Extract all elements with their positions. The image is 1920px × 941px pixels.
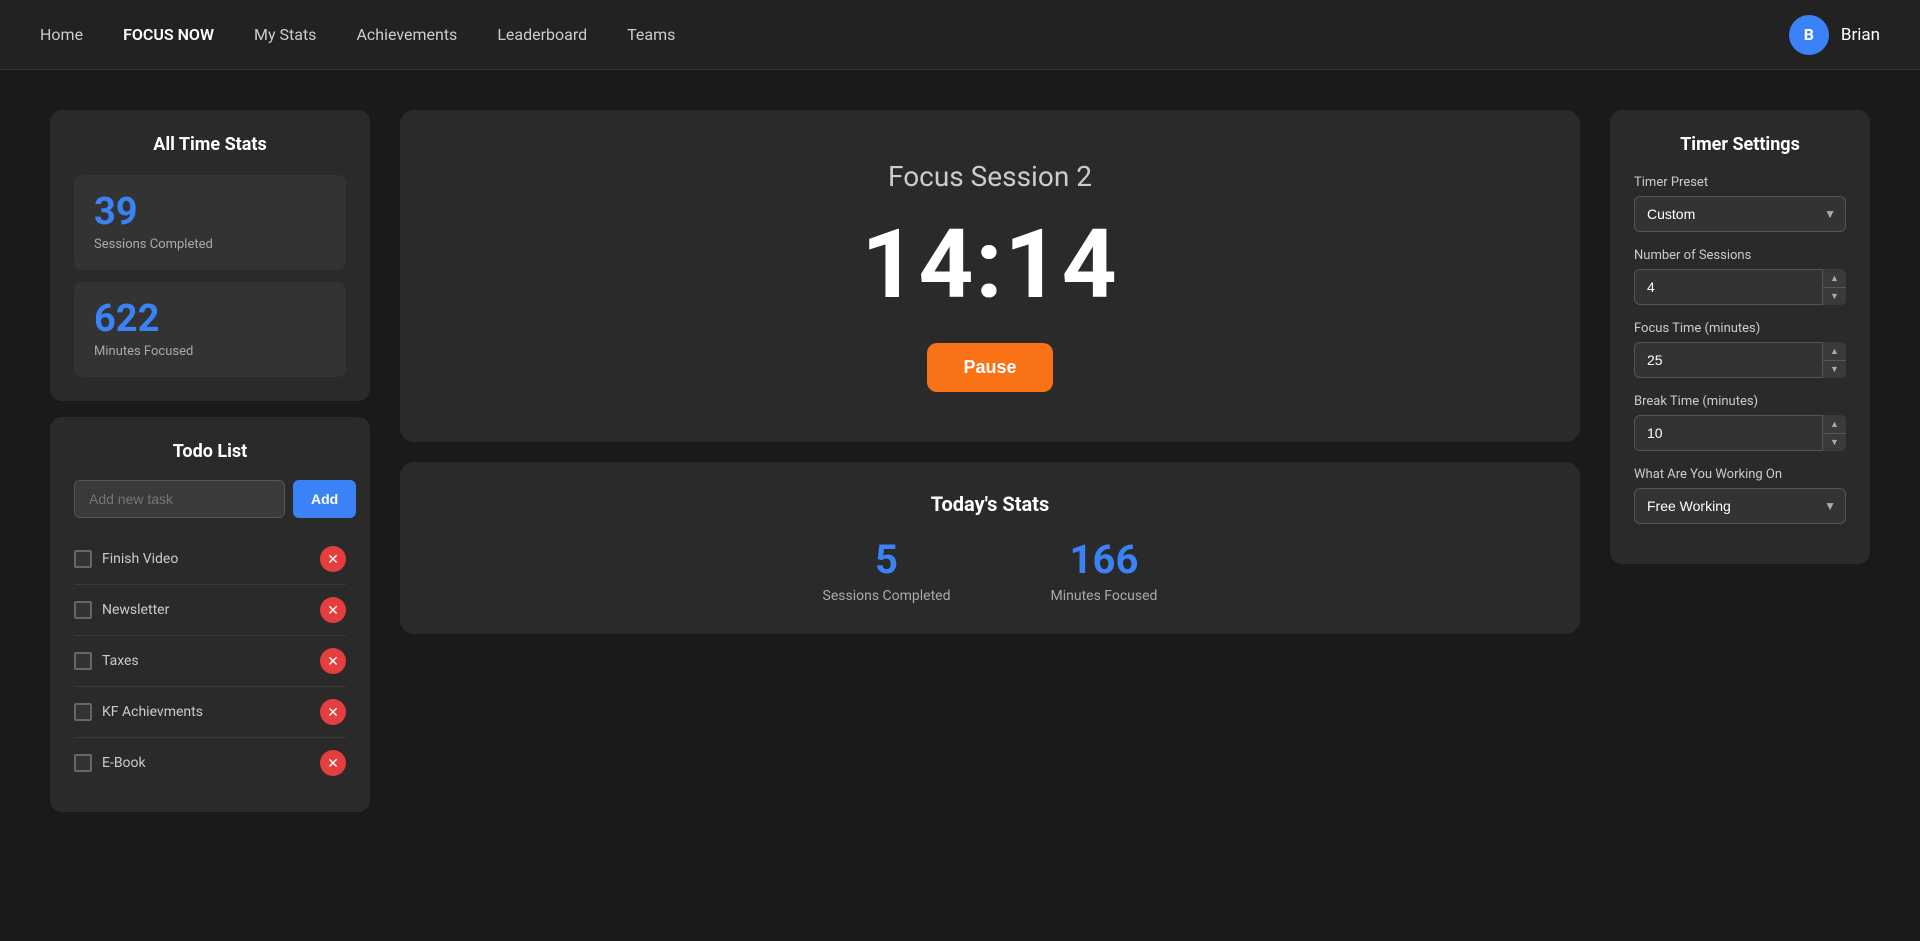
todo-input-row: Add: [74, 480, 346, 518]
avatar: B: [1789, 15, 1829, 55]
focus-session-title: Focus Session 2: [888, 160, 1092, 193]
today-sessions-label: Sessions Completed: [823, 588, 951, 604]
today-minutes-label: Minutes Focused: [1051, 588, 1158, 604]
today-stats-card: Today's Stats 5 Sessions Completed 166 M…: [400, 462, 1580, 634]
todo-input[interactable]: [74, 480, 285, 518]
username-label: Brian: [1841, 25, 1880, 45]
today-stats-row: 5 Sessions Completed 166 Minutes Focused: [440, 540, 1540, 604]
focus-session-card: Focus Session 2 14:14 Pause: [400, 110, 1580, 442]
todo-delete-0[interactable]: ✕: [320, 546, 346, 572]
break-time-input[interactable]: 10: [1634, 415, 1846, 451]
nav-my-stats[interactable]: My Stats: [254, 25, 316, 44]
todo-delete-1[interactable]: ✕: [320, 597, 346, 623]
minutes-label: Minutes Focused: [94, 344, 326, 359]
break-time-arrows: ▲ ▼: [1822, 415, 1846, 451]
nav-focus-now[interactable]: FOCUS NOW: [123, 25, 214, 44]
todo-text-4: E-Book: [102, 755, 310, 771]
todo-checkbox-2[interactable]: [74, 652, 92, 670]
preset-group: Timer Preset Pomodoro Custom Short Break…: [1634, 175, 1846, 232]
all-time-stats-card: All Time Stats 39 Sessions Completed 622…: [50, 110, 370, 401]
todo-delete-4[interactable]: ✕: [320, 750, 346, 776]
today-minutes-value: 166: [1051, 540, 1158, 580]
sessions-input[interactable]: 4: [1634, 269, 1846, 305]
todo-checkbox-0[interactable]: [74, 550, 92, 568]
todo-text-1: Newsletter: [102, 602, 310, 618]
nav-leaderboard[interactable]: Leaderboard: [497, 25, 587, 44]
sessions-input-label: Number of Sessions: [1634, 248, 1846, 263]
list-item: Taxes ✕: [74, 636, 346, 687]
sessions-group: Number of Sessions 4 ▲ ▼: [1634, 248, 1846, 305]
focus-time-label: Focus Time (minutes): [1634, 321, 1846, 336]
today-stats-title: Today's Stats: [440, 492, 1540, 516]
list-item: Newsletter ✕: [74, 585, 346, 636]
todo-text-3: KF Achievments: [102, 704, 310, 720]
break-time-label: Break Time (minutes): [1634, 394, 1846, 409]
list-item: KF Achievments ✕: [74, 687, 346, 738]
todo-text-0: Finish Video: [102, 551, 310, 567]
todo-delete-2[interactable]: ✕: [320, 648, 346, 674]
list-item: E-Book ✕: [74, 738, 346, 788]
break-time-group: Break Time (minutes) 10 ▲ ▼: [1634, 394, 1846, 451]
nav-home[interactable]: Home: [40, 25, 83, 44]
center-panel: Focus Session 2 14:14 Pause Today's Stat…: [400, 110, 1580, 634]
focus-time-arrows: ▲ ▼: [1822, 342, 1846, 378]
working-on-select[interactable]: Free Working Study Work Exercise: [1634, 488, 1846, 524]
sessions-value: 39: [94, 193, 326, 231]
todo-checkbox-4[interactable]: [74, 754, 92, 772]
working-on-label: What Are You Working On: [1634, 467, 1846, 482]
todo-list-title: Todo List: [74, 441, 346, 462]
todo-checkbox-3[interactable]: [74, 703, 92, 721]
todo-delete-3[interactable]: ✕: [320, 699, 346, 725]
main-layout: All Time Stats 39 Sessions Completed 622…: [0, 70, 1920, 852]
break-time-down-arrow[interactable]: ▼: [1823, 434, 1846, 452]
nav-teams[interactable]: Teams: [627, 25, 675, 44]
timer-settings-card: Timer Settings Timer Preset Pomodoro Cus…: [1610, 110, 1870, 564]
today-sessions-value: 5: [823, 540, 951, 580]
all-time-stats-title: All Time Stats: [74, 134, 346, 155]
todo-checkbox-1[interactable]: [74, 601, 92, 619]
focus-time-up-arrow[interactable]: ▲: [1823, 342, 1846, 361]
focus-timer-display: 14:14: [861, 217, 1118, 313]
nav-achievements[interactable]: Achievements: [356, 25, 457, 44]
nav-links: Home FOCUS NOW My Stats Achievements Lea…: [40, 25, 675, 44]
list-item: Finish Video ✕: [74, 534, 346, 585]
pause-button[interactable]: Pause: [927, 343, 1052, 392]
focus-time-input[interactable]: 25: [1634, 342, 1846, 378]
today-sessions-stat: 5 Sessions Completed: [823, 540, 951, 604]
add-task-button[interactable]: Add: [293, 480, 356, 518]
timer-settings-title: Timer Settings: [1634, 134, 1846, 155]
focus-time-down-arrow[interactable]: ▼: [1823, 361, 1846, 379]
preset-label: Timer Preset: [1634, 175, 1846, 190]
break-time-up-arrow[interactable]: ▲: [1823, 415, 1846, 434]
sessions-stat-box: 39 Sessions Completed: [74, 175, 346, 270]
right-panel: Timer Settings Timer Preset Pomodoro Cus…: [1610, 110, 1870, 564]
todo-text-2: Taxes: [102, 653, 310, 669]
nav-user-section: B Brian: [1789, 15, 1880, 55]
minutes-value: 622: [94, 300, 326, 338]
navbar: Home FOCUS NOW My Stats Achievements Lea…: [0, 0, 1920, 70]
todo-list-card: Todo List Add Finish Video ✕ Newsletter …: [50, 417, 370, 812]
sessions-up-arrow[interactable]: ▲: [1823, 269, 1846, 288]
focus-time-group: Focus Time (minutes) 25 ▲ ▼: [1634, 321, 1846, 378]
left-panel: All Time Stats 39 Sessions Completed 622…: [50, 110, 370, 812]
working-on-group: What Are You Working On Free Working Stu…: [1634, 467, 1846, 524]
sessions-label: Sessions Completed: [94, 237, 326, 252]
minutes-stat-box: 622 Minutes Focused: [74, 282, 346, 377]
sessions-arrows: ▲ ▼: [1822, 269, 1846, 305]
sessions-down-arrow[interactable]: ▼: [1823, 288, 1846, 306]
today-minutes-stat: 166 Minutes Focused: [1051, 540, 1158, 604]
preset-select[interactable]: Pomodoro Custom Short Break Long Break: [1634, 196, 1846, 232]
